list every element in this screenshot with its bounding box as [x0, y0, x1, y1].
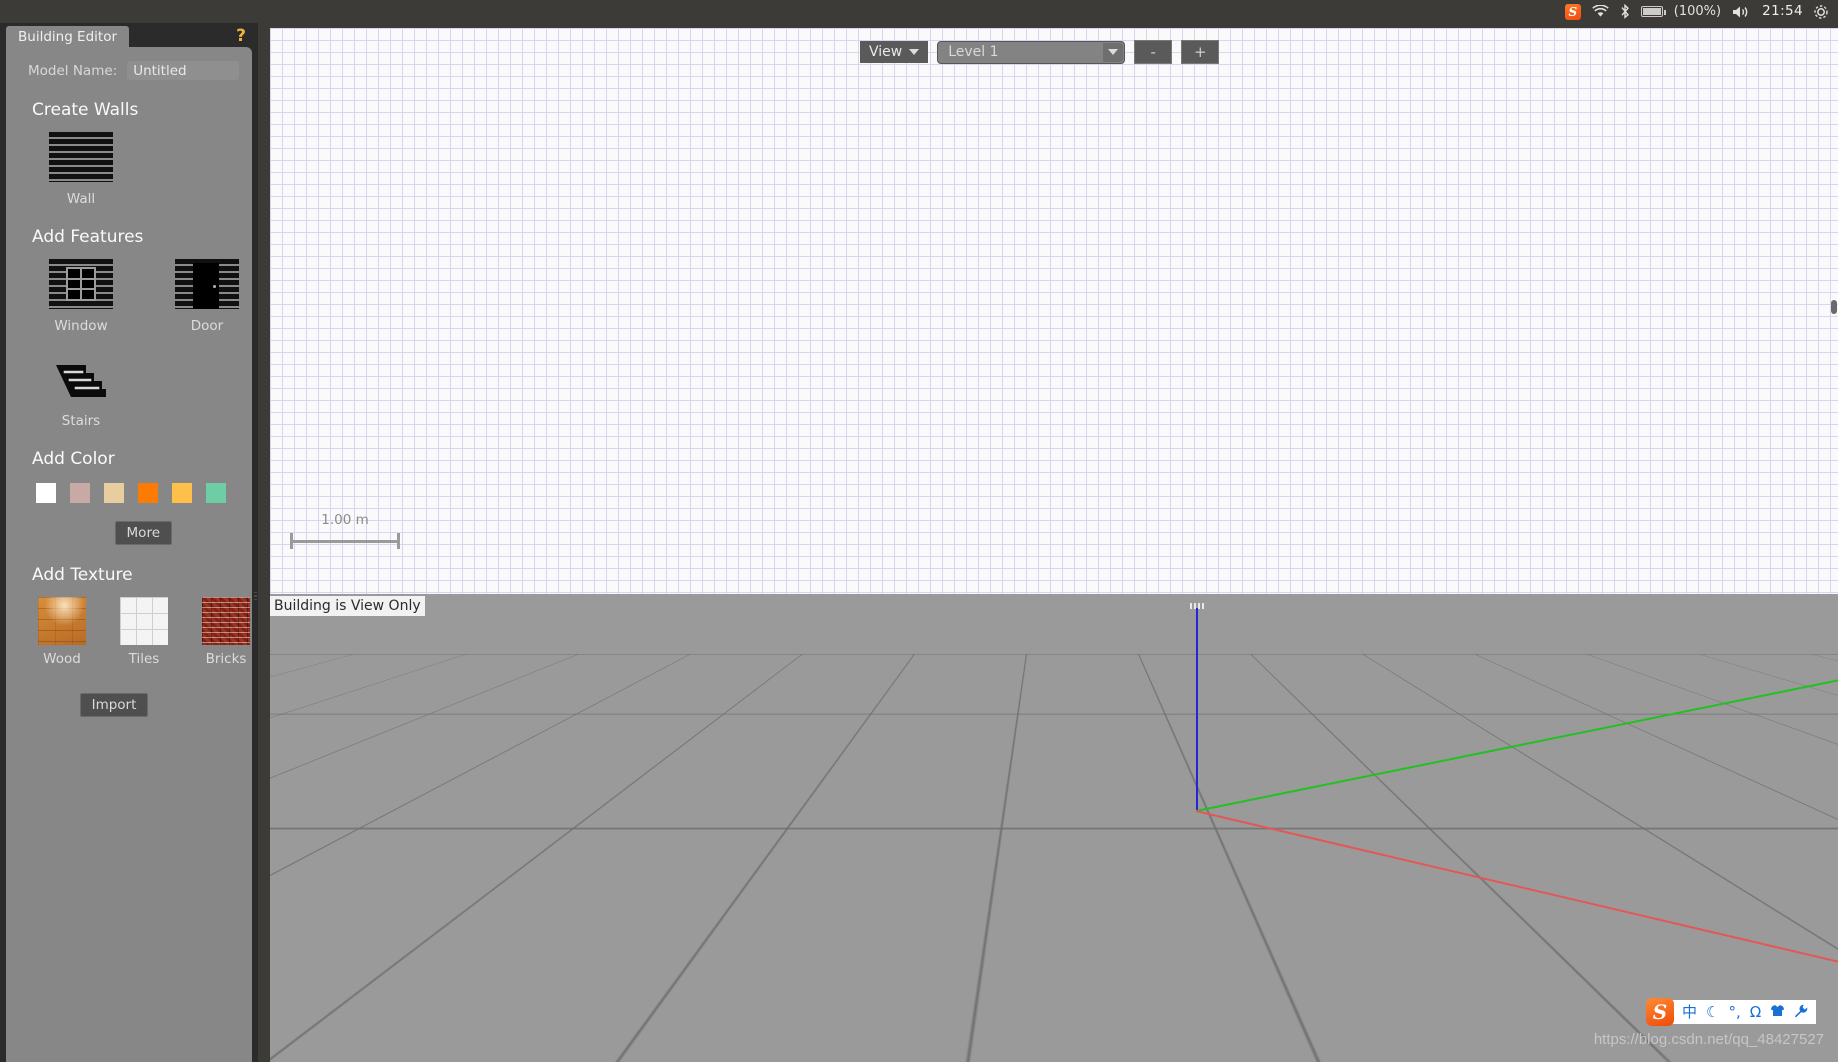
- system-tray: S (100%) 21:54: [1564, 3, 1834, 20]
- model-name-input[interactable]: [127, 61, 240, 80]
- texture-tiles[interactable]: Tiles: [118, 597, 170, 667]
- ime-omega-icon[interactable]: Ω: [1750, 1004, 1761, 1020]
- color-swatch-dusty-pink[interactable]: [70, 483, 90, 503]
- add-features-tools-row1: Window Door: [6, 259, 252, 334]
- section-title-add-features: Add Features: [32, 227, 144, 247]
- system-top-bar: S (100%) 21:54: [0, 0, 1838, 23]
- tool-stairs[interactable]: Stairs: [42, 360, 120, 429]
- color-swatch-orange[interactable]: [138, 483, 158, 503]
- section-title-add-color: Add Color: [32, 449, 115, 469]
- tab-building-editor[interactable]: Building Editor: [6, 26, 130, 47]
- watermark-url: https://blog.csdn.net/qq_48427527: [1593, 1031, 1824, 1048]
- building-2d-editor-canvas[interactable]: View Level 1 - + 1.00 m: [270, 28, 1838, 594]
- tool-door-label: Door: [190, 318, 224, 334]
- texture-wood-label: Wood: [43, 651, 81, 667]
- battery-percent-label: (100%): [1673, 4, 1722, 19]
- tool-wall[interactable]: Wall: [42, 132, 120, 207]
- sogou-logo-icon[interactable]: S: [1646, 998, 1674, 1026]
- ground-grid: [270, 594, 1838, 654]
- import-row: Import: [6, 693, 252, 717]
- color-swatch-amber[interactable]: [172, 483, 192, 503]
- tool-stairs-label: Stairs: [61, 413, 101, 429]
- texture-bricks[interactable]: Bricks: [200, 597, 252, 667]
- tool-wall-label: Wall: [66, 191, 96, 207]
- tool-window-label: Window: [54, 318, 108, 334]
- wifi-icon[interactable]: [1592, 5, 1609, 18]
- z-axis-line: [1196, 608, 1198, 811]
- texture-wood[interactable]: Wood: [36, 597, 88, 667]
- bluetooth-icon[interactable]: [1620, 4, 1630, 19]
- view-menu-label: View: [869, 44, 903, 60]
- view-menu-button[interactable]: View: [860, 41, 929, 63]
- building-editor-panel: Building Editor ? Model Name: Create Wal…: [0, 23, 258, 1062]
- texture-bricks-label: Bricks: [205, 651, 247, 667]
- brick-wall-icon: [49, 132, 113, 182]
- more-colors-row: More: [6, 521, 252, 545]
- level-select-value: Level 1: [948, 44, 999, 60]
- battery-icon[interactable]: [1640, 6, 1666, 17]
- section-title-create-walls: Create Walls: [32, 100, 139, 120]
- scale-bar-ruler: [290, 533, 400, 549]
- ime-tools-icon[interactable]: [1794, 1004, 1808, 1021]
- tiles-texture-icon: [120, 597, 168, 645]
- stairs-icon: [53, 360, 109, 404]
- scale-bar-label: 1.00 m: [321, 512, 369, 528]
- clock[interactable]: 21:54: [1762, 4, 1803, 19]
- wood-texture-icon: [38, 597, 86, 645]
- model-name-row: Model Name:: [6, 47, 252, 80]
- gazebo-3d-viewport[interactable]: Building is View Only: [270, 594, 1838, 1062]
- bricks-texture-icon: [202, 597, 250, 645]
- sogou-ime-toolbar[interactable]: S 中 ☾ °, Ω: [1646, 998, 1817, 1026]
- texture-tiles-label: Tiles: [128, 651, 160, 667]
- level-select[interactable]: Level 1: [937, 40, 1126, 64]
- color-swatch-mint[interactable]: [206, 483, 226, 503]
- panel-tab-strip: Building Editor ?: [0, 23, 258, 47]
- ime-moon-icon[interactable]: ☾: [1706, 1004, 1719, 1020]
- chevron-down-icon: [909, 49, 920, 55]
- scale-bar: 1.00 m: [290, 512, 400, 549]
- ime-chinese-mode-icon[interactable]: 中: [1682, 1004, 1697, 1020]
- import-texture-button[interactable]: Import: [79, 693, 149, 717]
- add-features-tools-row2: Stairs: [6, 360, 252, 429]
- section-title-add-texture: Add Texture: [32, 565, 133, 585]
- window-icon: [49, 259, 113, 309]
- ime-degree-icon[interactable]: °,: [1728, 1004, 1740, 1020]
- level-up-button[interactable]: +: [1181, 40, 1220, 64]
- panel-body: Model Name: Create Walls Wall Add Featur…: [6, 47, 252, 1062]
- door-icon: [175, 259, 239, 309]
- texture-row: Wood Tiles Bricks: [6, 597, 252, 667]
- create-walls-tools: Wall: [6, 132, 252, 207]
- ime-skin-icon[interactable]: [1770, 1004, 1785, 1020]
- sogou-ime-icon[interactable]: S: [1564, 3, 1581, 20]
- tool-door[interactable]: Door: [168, 259, 246, 334]
- color-swatch-white[interactable]: [36, 483, 56, 503]
- more-colors-button[interactable]: More: [114, 521, 172, 545]
- model-name-label: Model Name:: [28, 62, 118, 79]
- gear-icon[interactable]: [1814, 4, 1828, 19]
- tool-window[interactable]: Window: [42, 259, 120, 334]
- panel-resize-grip[interactable]: [252, 585, 259, 607]
- volume-icon[interactable]: [1732, 5, 1751, 19]
- status-badge: Building is View Only: [270, 596, 425, 616]
- level-down-button[interactable]: -: [1134, 40, 1173, 64]
- chevron-down-icon[interactable]: [1103, 42, 1124, 62]
- right-scrollbar-thumb[interactable]: [1831, 300, 1837, 314]
- help-icon[interactable]: ?: [236, 26, 246, 46]
- color-swatch-row: [6, 483, 252, 503]
- color-swatch-tan[interactable]: [104, 483, 124, 503]
- editor-toolbar: View Level 1 - +: [860, 40, 1220, 64]
